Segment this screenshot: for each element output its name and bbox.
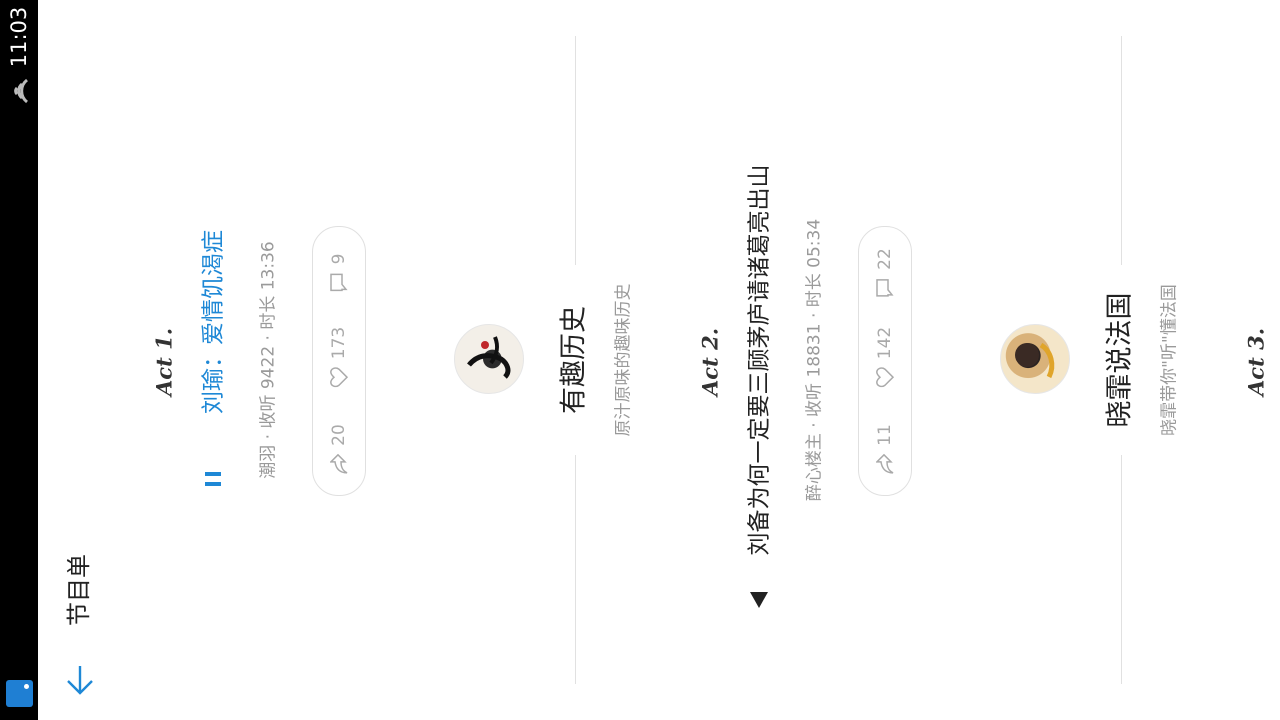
- heart-icon: [330, 367, 348, 388]
- like-count: 173: [329, 326, 349, 360]
- author-description: 原汁原味的趣味历史: [613, 283, 634, 437]
- status-time: 11:03: [7, 6, 31, 68]
- episode-meta: 醉心楼主 · 收听 18831 · 时长 05:34: [804, 218, 825, 502]
- author-name[interactable]: 晓霏说法国: [1105, 293, 1136, 428]
- author-description: 晓霏带你"听"懂法国: [1159, 284, 1180, 436]
- comment-icon: [330, 273, 348, 292]
- wifi-icon: [14, 78, 29, 104]
- action-bar: 11 142 22: [858, 226, 912, 496]
- author-avatar[interactable]: [1000, 324, 1070, 394]
- status-bar: 11:03: [0, 0, 38, 720]
- share-icon: [876, 453, 894, 474]
- share-button[interactable]: 20: [329, 424, 349, 474]
- like-button[interactable]: 173: [329, 326, 349, 388]
- avatar-portrait: [1015, 342, 1055, 379]
- act-label: Act 2.: [697, 327, 723, 397]
- comment-count: 9: [329, 253, 349, 265]
- share-icon: [330, 453, 348, 474]
- action-bar: 20 173 9: [312, 226, 366, 496]
- episode-title[interactable]: 刘瑜：爱情饥渴症: [201, 230, 227, 414]
- comment-count: 22: [875, 248, 895, 270]
- notification-icon: [6, 680, 33, 707]
- heart-icon: [876, 367, 894, 388]
- act-label: Act 1.: [151, 327, 177, 397]
- play-icon[interactable]: [750, 592, 768, 608]
- pause-icon[interactable]: [205, 472, 221, 486]
- comment-button[interactable]: 9: [329, 254, 349, 293]
- avatar-calligraphy: [467, 336, 511, 379]
- author-name[interactable]: 有趣历史: [559, 306, 590, 414]
- like-button[interactable]: 142: [875, 326, 895, 388]
- comment-icon: [876, 279, 894, 297]
- page-title: 节目单: [65, 554, 93, 626]
- author-avatar[interactable]: [454, 324, 524, 394]
- episode-title[interactable]: 刘备为何一定要三顾茅庐请诸葛亮出山: [747, 165, 773, 556]
- episode-meta: 潮羽 · 收听 9422 · 时长 13:36: [258, 241, 279, 479]
- like-count: 142: [875, 326, 895, 360]
- share-count: 20: [329, 424, 349, 446]
- share-button[interactable]: 11: [875, 424, 895, 474]
- share-count: 11: [875, 424, 895, 446]
- comment-button[interactable]: 22: [875, 248, 895, 298]
- arrow-down-icon[interactable]: [64, 664, 96, 696]
- act-label: Act 3.: [1243, 327, 1269, 397]
